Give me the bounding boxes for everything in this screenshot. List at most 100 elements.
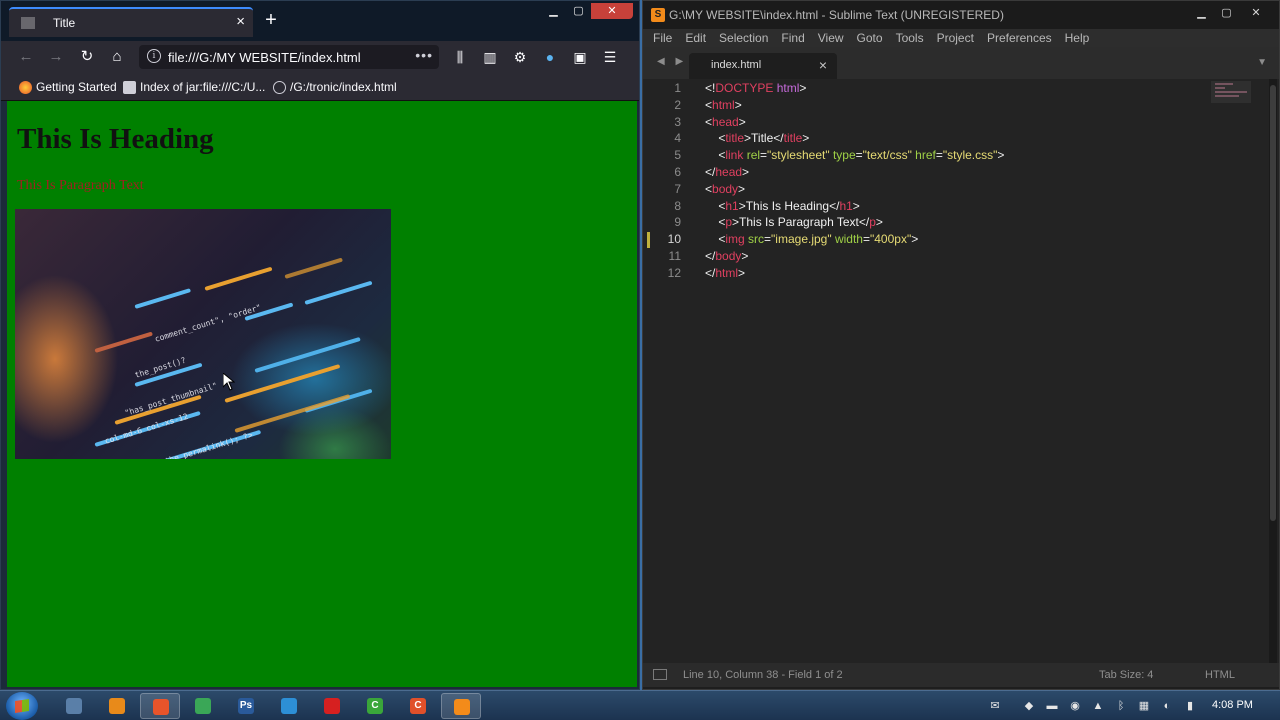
- modified-line-marker: [647, 232, 650, 249]
- back-arrow-icon[interactable]: ←: [15, 47, 37, 67]
- bookmark-getting-started[interactable]: Getting Started: [19, 80, 117, 94]
- editor-tab[interactable]: index.html ×: [689, 53, 837, 79]
- code-token: <: [705, 215, 726, 230]
- menu-item-preferences[interactable]: Preferences: [987, 29, 1052, 47]
- library-icon[interactable]: ⫼: [449, 47, 471, 67]
- tab-close-icon[interactable]: ×: [236, 14, 245, 29]
- tab-list-dropdown-icon[interactable]: ▼: [1257, 57, 1267, 68]
- menu-item-goto[interactable]: Goto: [857, 29, 883, 47]
- code-line[interactable]: <img src="image.jpg" width="400px">: [705, 232, 918, 246]
- taskbar-app-edge[interactable]: [269, 693, 309, 719]
- screenshot-icon[interactable]: ▣: [569, 47, 591, 67]
- code-line[interactable]: <body>: [705, 182, 745, 196]
- forward-arrow-icon[interactable]: →: [45, 47, 67, 67]
- file-explorer-icon: [66, 698, 82, 714]
- taskbar-app-chrome[interactable]: [183, 693, 223, 719]
- network-icon[interactable]: ▦: [1137, 699, 1151, 713]
- line-number: 7: [674, 181, 681, 196]
- code-token: <: [705, 181, 713, 196]
- reload-icon[interactable]: ↻: [76, 47, 98, 67]
- tab-scroll-arrows-icon[interactable]: ◀ ▶: [657, 56, 687, 67]
- firefox-icon: [153, 699, 169, 715]
- code-token: >: [734, 97, 742, 112]
- volume-icon[interactable]: ◐: [1160, 699, 1174, 713]
- tab-close-icon[interactable]: ×: [819, 57, 827, 73]
- scrollbar-thumb[interactable]: [1270, 85, 1276, 521]
- action-center-icon[interactable]: ✉: [988, 699, 1002, 713]
- address-bar[interactable]: i file:///G:/MY WEBSITE/index.html •••: [139, 45, 439, 69]
- code-line[interactable]: <!DOCTYPE html>: [705, 81, 806, 95]
- taskbar-app-photoshop[interactable]: Ps: [226, 693, 266, 719]
- bookmark-label: Getting Started: [36, 80, 117, 94]
- close-window-button[interactable]: ✕: [591, 3, 633, 19]
- menu-item-file[interactable]: File: [653, 29, 672, 47]
- taskbar-app-camtasia-orange[interactable]: C: [398, 693, 438, 719]
- power-icon[interactable]: ▮: [1183, 699, 1197, 713]
- taskbar-clock[interactable]: 4:08 PM: [1212, 699, 1253, 711]
- sync-icon[interactable]: ●: [539, 47, 561, 67]
- code-line[interactable]: </html>: [705, 266, 745, 280]
- code-line[interactable]: <p>This Is Paragraph Text</p>: [705, 215, 883, 229]
- home-icon[interactable]: ⌂: [106, 47, 128, 67]
- tray-app-icon[interactable]: ▲: [1091, 699, 1105, 713]
- firefox-icon: [19, 80, 32, 94]
- tray-app-icon[interactable]: ◉: [1068, 699, 1082, 713]
- minimize-button[interactable]: ▁: [1189, 5, 1214, 21]
- bookmark-tronic-index[interactable]: /G:/tronic/index.html: [273, 80, 397, 94]
- code-token: title: [725, 131, 745, 146]
- menu-item-project[interactable]: Project: [937, 29, 974, 47]
- start-button[interactable]: [6, 692, 38, 720]
- code-token: "stylesheet": [767, 148, 830, 163]
- minimize-button[interactable]: ▁: [541, 3, 566, 19]
- close-window-button[interactable]: ✕: [1239, 5, 1273, 21]
- url-text[interactable]: file:///G:/MY WEBSITE/index.html: [168, 50, 361, 65]
- sublime-app-icon: S: [651, 8, 665, 22]
- menu-item-find[interactable]: Find: [781, 29, 804, 47]
- editor-tab-name: index.html: [711, 59, 762, 71]
- code-token: <: [705, 232, 726, 247]
- menu-item-help[interactable]: Help: [1065, 29, 1090, 47]
- minimap[interactable]: [1211, 81, 1251, 107]
- bookmark-index-of-jar[interactable]: Index of jar:file:///C:/U...: [123, 80, 265, 94]
- extension-icon[interactable]: ⚙: [509, 47, 531, 67]
- panel-toggle-icon[interactable]: [653, 669, 667, 680]
- menu-item-selection[interactable]: Selection: [719, 29, 768, 47]
- taskbar-app-media-player[interactable]: [97, 693, 137, 719]
- code-line[interactable]: <html>: [705, 98, 742, 112]
- menu-item-view[interactable]: View: [818, 29, 844, 47]
- code-token: "image.jpg": [771, 232, 832, 247]
- code-editor[interactable]: 1 2 3 4 5 6 7 8 9 10 11 12 <!DOCTYPE html> <html> <he…: [643, 79, 1279, 663]
- code-token: <: [705, 114, 713, 129]
- page-actions-icon[interactable]: •••: [415, 47, 433, 63]
- code-line[interactable]: <link rel="stylesheet" type="text/css" h…: [705, 148, 1004, 162]
- menu-icon[interactable]: ☰: [599, 47, 621, 67]
- vertical-scrollbar[interactable]: [1269, 79, 1277, 663]
- bluetooth-icon[interactable]: ᛒ: [1114, 699, 1128, 713]
- taskbar-app-sublime-text[interactable]: [441, 693, 481, 719]
- site-info-icon[interactable]: i: [147, 49, 161, 63]
- tab-size[interactable]: Tab Size: 4: [1099, 669, 1153, 681]
- browser-tab[interactable]: Title ×: [9, 7, 253, 37]
- new-tab-button[interactable]: +: [259, 9, 283, 31]
- taskbar-app-opera[interactable]: [312, 693, 352, 719]
- code-line[interactable]: <h1>This Is Heading</h1>: [705, 198, 859, 213]
- code-line[interactable]: <title>Title</title>: [705, 131, 809, 145]
- menu-item-edit[interactable]: Edit: [685, 29, 706, 47]
- code-line[interactable]: <head>: [705, 115, 746, 129]
- code-token: html: [773, 81, 800, 95]
- taskbar-app-camtasia-green[interactable]: C: [355, 693, 395, 719]
- menu-item-tools[interactable]: Tools: [896, 29, 924, 47]
- code-line[interactable]: </head>: [705, 165, 749, 179]
- maximize-button[interactable]: ▢: [1214, 5, 1239, 21]
- bookmark-label: /G:/tronic/index.html: [290, 80, 397, 94]
- tray-app-icon[interactable]: ▬: [1045, 699, 1059, 713]
- taskbar-app-firefox[interactable]: [140, 693, 180, 719]
- tray-app-icon[interactable]: ◆: [1022, 699, 1036, 713]
- maximize-button[interactable]: ▢: [566, 3, 591, 19]
- code-line[interactable]: </body>: [705, 249, 748, 263]
- sidebar-icon[interactable]: ▥: [479, 47, 501, 67]
- taskbar-app-file-explorer[interactable]: [54, 693, 94, 719]
- code-token: >This Is Heading</: [738, 198, 840, 213]
- syntax-mode[interactable]: HTML: [1205, 669, 1235, 681]
- firefox-window: Title × + ▁ ▢ ✕ ← → ↻ ⌂ i file:///G:/MY …: [0, 0, 640, 690]
